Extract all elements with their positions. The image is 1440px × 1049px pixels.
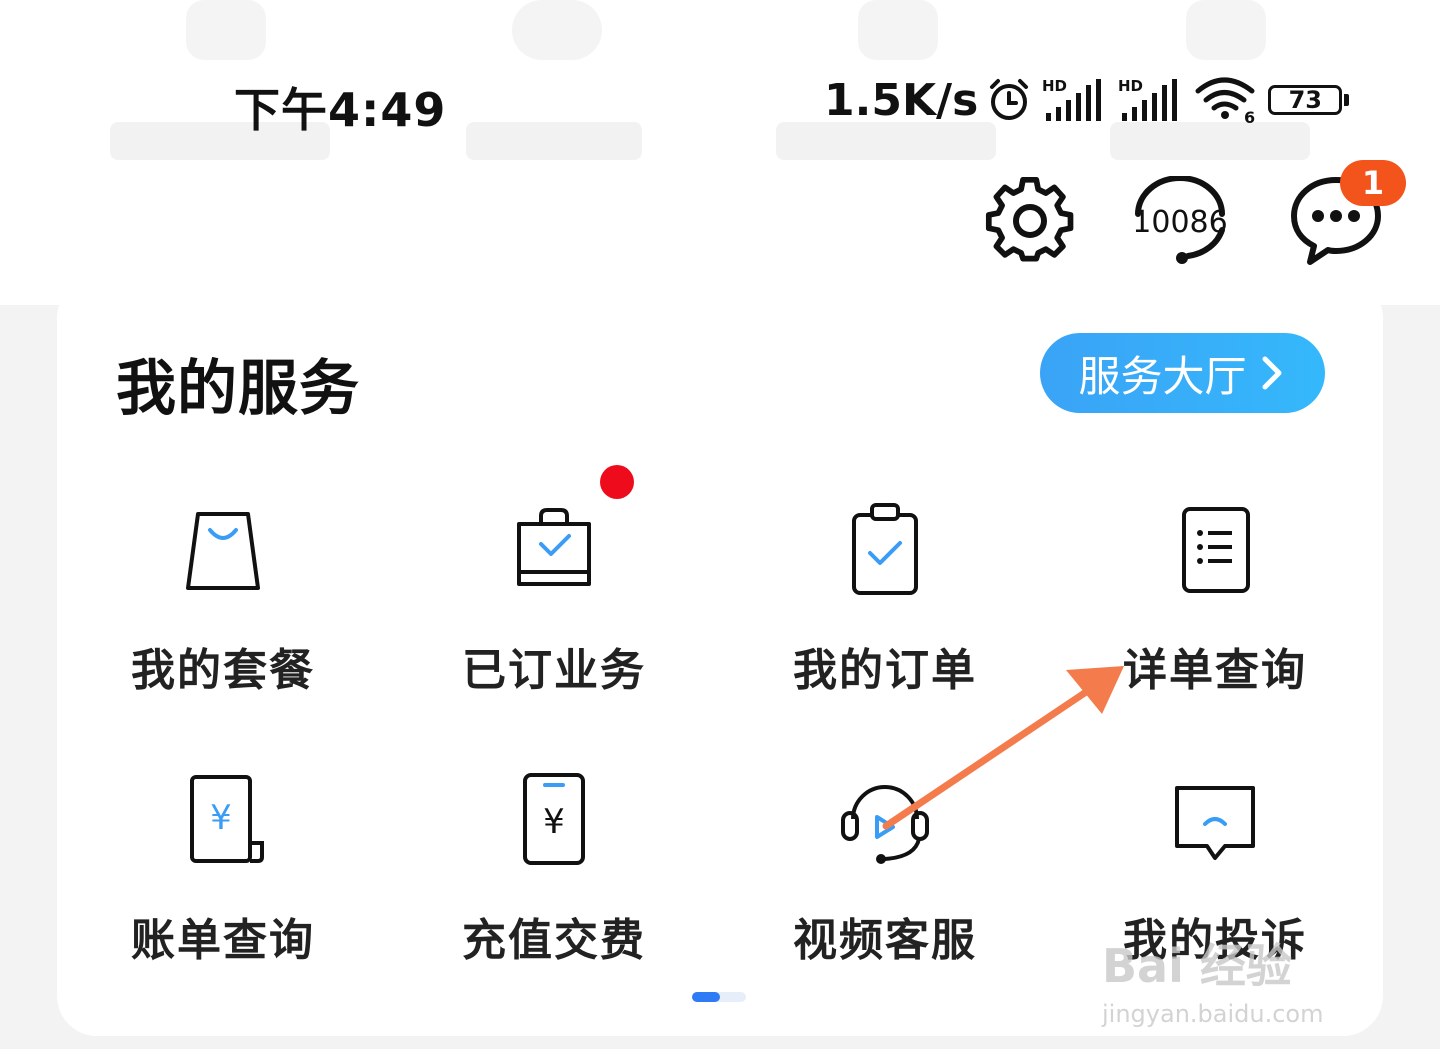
watermark-logo: Bai 经验 bbox=[1102, 939, 1292, 993]
watermark-url: jingyan.baidu.com bbox=[1102, 1000, 1324, 1028]
annotation-arrow bbox=[882, 666, 1124, 830]
baidu-watermark: Bai 经验 jingyan.baidu.com bbox=[1102, 930, 1367, 1028]
